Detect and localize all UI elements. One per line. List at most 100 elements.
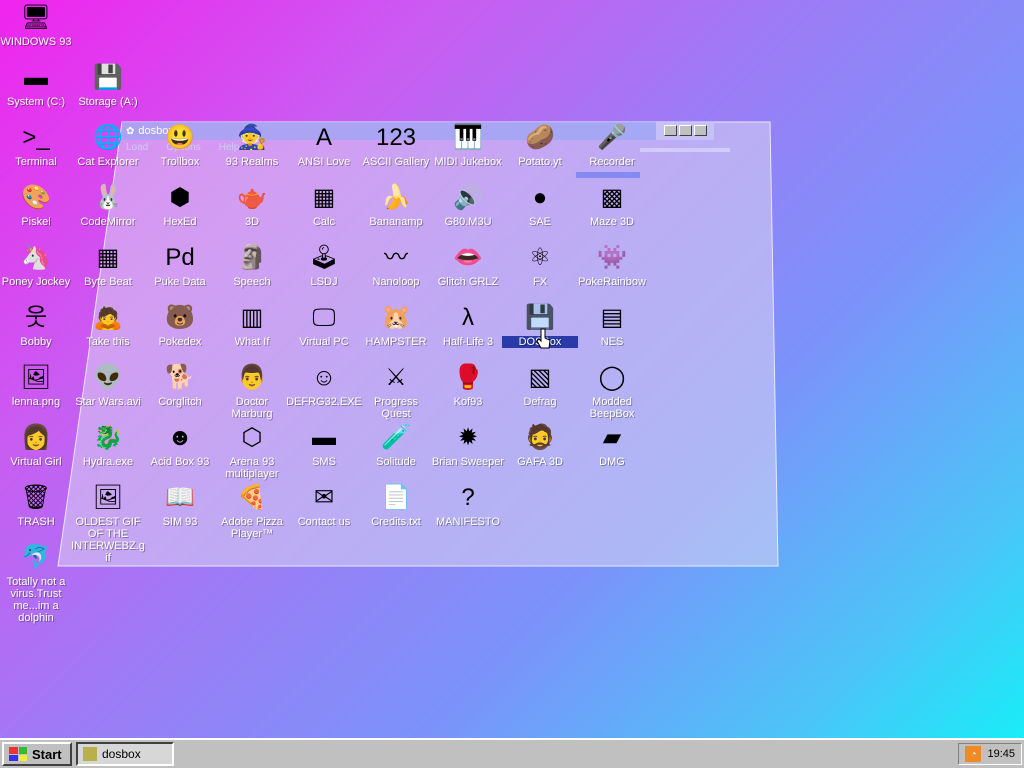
icon-g80-m3u[interactable]: 🔊 G80.M3U bbox=[432, 180, 504, 240]
codemirror-icon: 🐰 bbox=[93, 184, 123, 211]
bobby-icon: 웃 bbox=[24, 304, 48, 331]
icon-pokedex[interactable]: 🐻 Pokedex bbox=[144, 300, 216, 360]
cat-explorer-icon: 🌐 bbox=[93, 124, 123, 151]
icon-label: Piskel bbox=[21, 216, 51, 228]
icon-93-realms[interactable]: 🧙 93 Realms bbox=[216, 120, 288, 180]
icon-calc[interactable]: ▦ Calc bbox=[288, 180, 360, 240]
icon-poney-jockey[interactable]: 🦄 Poney Jockey bbox=[0, 240, 72, 300]
icon-cat-explorer[interactable]: 🌐 Cat Explorer bbox=[72, 120, 144, 180]
icon-doctor-marburg[interactable]: 👨 Doctor Marburg bbox=[216, 360, 288, 420]
icon-speech[interactable]: 🗿 Speech bbox=[216, 240, 288, 300]
icon-codemirror[interactable]: 🐰 CodeMirror bbox=[72, 180, 144, 240]
icon-solitude[interactable]: 🧪 Solitude bbox=[360, 420, 432, 480]
icon-label: FX bbox=[532, 276, 548, 288]
icon-half-life-3[interactable]: λ Half-Life 3 bbox=[432, 300, 504, 360]
icon-label: Adobe Pizza Player™ bbox=[221, 516, 283, 540]
icon-acid-box-93[interactable]: ☻ Acid Box 93 bbox=[144, 420, 216, 480]
byte-beat-icon: ▦ bbox=[96, 244, 120, 271]
icon-defrg32-exe[interactable]: ☺ DEFRG32.EXE bbox=[286, 360, 362, 420]
icon-defrag[interactable]: ▧ Defrag bbox=[504, 360, 576, 420]
icon-midi-jukebox[interactable]: 🎹 MIDI Jukebox bbox=[432, 120, 504, 180]
icon-contact-us[interactable]: ✉ Contact us bbox=[288, 480, 360, 540]
icon-ansi-love[interactable]: A ANSI Love bbox=[288, 120, 360, 180]
icon-corglitch[interactable]: 🐕 Corglitch bbox=[144, 360, 216, 420]
manifesto-icon: ? bbox=[461, 484, 475, 511]
icon-bobby[interactable]: 웃 Bobby bbox=[0, 300, 72, 360]
icon-trollbox[interactable]: 😃 Trollbox bbox=[144, 120, 216, 180]
icon-progress-quest[interactable]: ⚔ Progress Quest bbox=[360, 360, 432, 420]
icon-credits-txt[interactable]: 📄 Credits.txt bbox=[360, 480, 432, 540]
window-close-button[interactable] bbox=[694, 125, 707, 136]
icon-pokerainbow[interactable]: 👾 PokeRainbow bbox=[576, 240, 648, 300]
icon-virtual-pc[interactable]: 🖵 Virtual PC bbox=[288, 300, 360, 360]
icon-manifesto[interactable]: ? MANIFESTO bbox=[432, 480, 504, 540]
poney-jockey-icon: 🦄 bbox=[21, 244, 51, 271]
icon-virtual-girl[interactable]: 👩 Virtual Girl bbox=[0, 420, 72, 480]
icon-3d[interactable]: 🫖 3D bbox=[216, 180, 288, 240]
icon-modded-beepbox[interactable]: ◯ Modded BeepBox bbox=[576, 360, 648, 420]
icon-label: Kof93 bbox=[453, 396, 483, 408]
star-wars-avi-icon: 👽 bbox=[93, 364, 123, 391]
icon-label: DEFRG32.EXE bbox=[286, 396, 362, 408]
icon-trash[interactable]: 🗑 TRASH bbox=[0, 480, 72, 540]
icon-gafa-3d[interactable]: 🧔 GAFA 3D bbox=[504, 420, 576, 480]
icon-oldest-gif-of-the-interwebz-gif[interactable]: 🖼 OLDEST GIF OF THE INTERWEBZ.gif bbox=[71, 480, 145, 564]
icon-what-if[interactable]: ▥ What If bbox=[216, 300, 288, 360]
icon-adobe-pizza-player[interactable]: 🍕 Adobe Pizza Player™ bbox=[216, 480, 288, 540]
taskbar-item-dosbox[interactable]: dosbox bbox=[76, 742, 174, 766]
icon-fx[interactable]: ⚛ FX bbox=[504, 240, 576, 300]
half-life-3-icon: λ bbox=[462, 304, 474, 331]
start-button[interactable]: Start bbox=[2, 742, 72, 766]
icon-potato-yt[interactable]: 🥔 Potato.yt bbox=[504, 120, 576, 180]
window-maximize-button[interactable] bbox=[679, 125, 692, 136]
icon-byte-beat[interactable]: ▦ Byte Beat bbox=[72, 240, 144, 300]
icon-glitch-grlz[interactable]: 👄 Glitch GRLZ bbox=[432, 240, 504, 300]
icon-sae[interactable]: ● SAE bbox=[504, 180, 576, 240]
icon-dmg[interactable]: ▰ DMG bbox=[576, 420, 648, 480]
icon-windows-93[interactable]: 🖥 WINDOWS 93 bbox=[0, 0, 72, 60]
icon-nanoloop[interactable]: 〰 Nanoloop bbox=[360, 240, 432, 300]
calc-icon: ▦ bbox=[312, 184, 336, 211]
icon-recorder[interactable]: 🎤 Recorder bbox=[576, 120, 648, 180]
hampster-icon: 🐹 bbox=[381, 304, 411, 331]
icon-brian-sweeper[interactable]: ✹ Brian Sweeper bbox=[432, 420, 504, 480]
icon-hydra-exe[interactable]: 🐉 Hydra.exe bbox=[72, 420, 144, 480]
icon-lsdj[interactable]: 🕹 LSDJ bbox=[288, 240, 360, 300]
icon-star-wars-avi[interactable]: 👽 Star Wars.avi bbox=[72, 360, 144, 420]
icon-label: OLDEST GIF OF THE INTERWEBZ.gif bbox=[71, 516, 145, 564]
window-minimize-button[interactable] bbox=[664, 125, 677, 136]
rss-icon[interactable]: ◔ bbox=[965, 746, 982, 762]
icon-label: Storage (A:) bbox=[78, 96, 138, 108]
icon-piskel[interactable]: 🎨 Piskel bbox=[0, 180, 72, 240]
progress-quest-icon: ⚔ bbox=[385, 364, 407, 391]
defrg32-exe-icon: ☺ bbox=[311, 364, 337, 391]
icon-terminal[interactable]: >_ Terminal bbox=[0, 120, 72, 180]
icon-kof93[interactable]: 🥊 Kof93 bbox=[432, 360, 504, 420]
corglitch-icon: 🐕 bbox=[165, 364, 195, 391]
icon-sim-93[interactable]: 📖 SIM 93 bbox=[144, 480, 216, 540]
icon-sms[interactable]: ▬ SMS bbox=[288, 420, 360, 480]
icon-label: Nanoloop bbox=[372, 276, 420, 288]
icon-bananamp[interactable]: 🍌 Bananamp bbox=[360, 180, 432, 240]
icon-hampster[interactable]: 🐹 HAMPSTER bbox=[360, 300, 432, 360]
icon-label: Defrag bbox=[523, 396, 557, 408]
icon-totally-not-a-virus-trust-me-im-a-dolphin[interactable]: 🐬 Totally not a virus.Trust me...im a dol… bbox=[0, 540, 72, 624]
icon-label: Bananamp bbox=[369, 216, 423, 228]
sim-93-icon: 📖 bbox=[165, 484, 195, 511]
icon-nes[interactable]: ▤ NES bbox=[576, 300, 648, 360]
icon-lenna-png[interactable]: 🖼 lenna.png bbox=[0, 360, 72, 420]
icon-puke-data[interactable]: Pd Puke Data bbox=[144, 240, 216, 300]
icon-system-c[interactable]: ▬ System (C:) bbox=[0, 60, 72, 120]
credits-txt-icon: 📄 bbox=[381, 484, 411, 511]
icon-maze-3d[interactable]: ▩ Maze 3D bbox=[576, 180, 648, 240]
icon-hexed[interactable]: ⬢ HexEd bbox=[144, 180, 216, 240]
icon-label: Brian Sweeper bbox=[431, 456, 505, 468]
icon-arena-93-multiplayer[interactable]: ⬡ Arena 93 multiplayer bbox=[216, 420, 288, 480]
fx-icon: ⚛ bbox=[529, 244, 551, 271]
system-tray: ◔ 19:45 bbox=[958, 743, 1022, 765]
midi-jukebox-icon: 🎹 bbox=[453, 124, 483, 151]
icon-ascii-gallery[interactable]: 123 ASCII Gallery bbox=[360, 120, 432, 180]
icon-storage-a[interactable]: 💾 Storage (A:) bbox=[72, 60, 144, 120]
icon-take-this[interactable]: 🙇 Take this bbox=[72, 300, 144, 360]
icon-label: G80.M3U bbox=[444, 216, 492, 228]
